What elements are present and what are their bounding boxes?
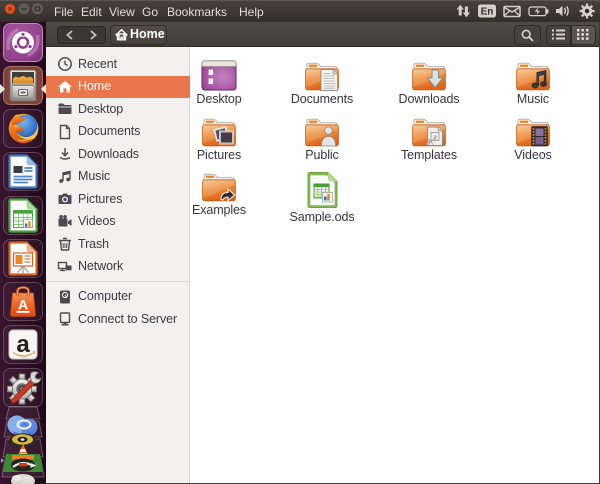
- svg-text:A: A: [18, 297, 28, 313]
- svg-text:a: a: [16, 331, 30, 358]
- svg-text:En: En: [481, 7, 494, 18]
